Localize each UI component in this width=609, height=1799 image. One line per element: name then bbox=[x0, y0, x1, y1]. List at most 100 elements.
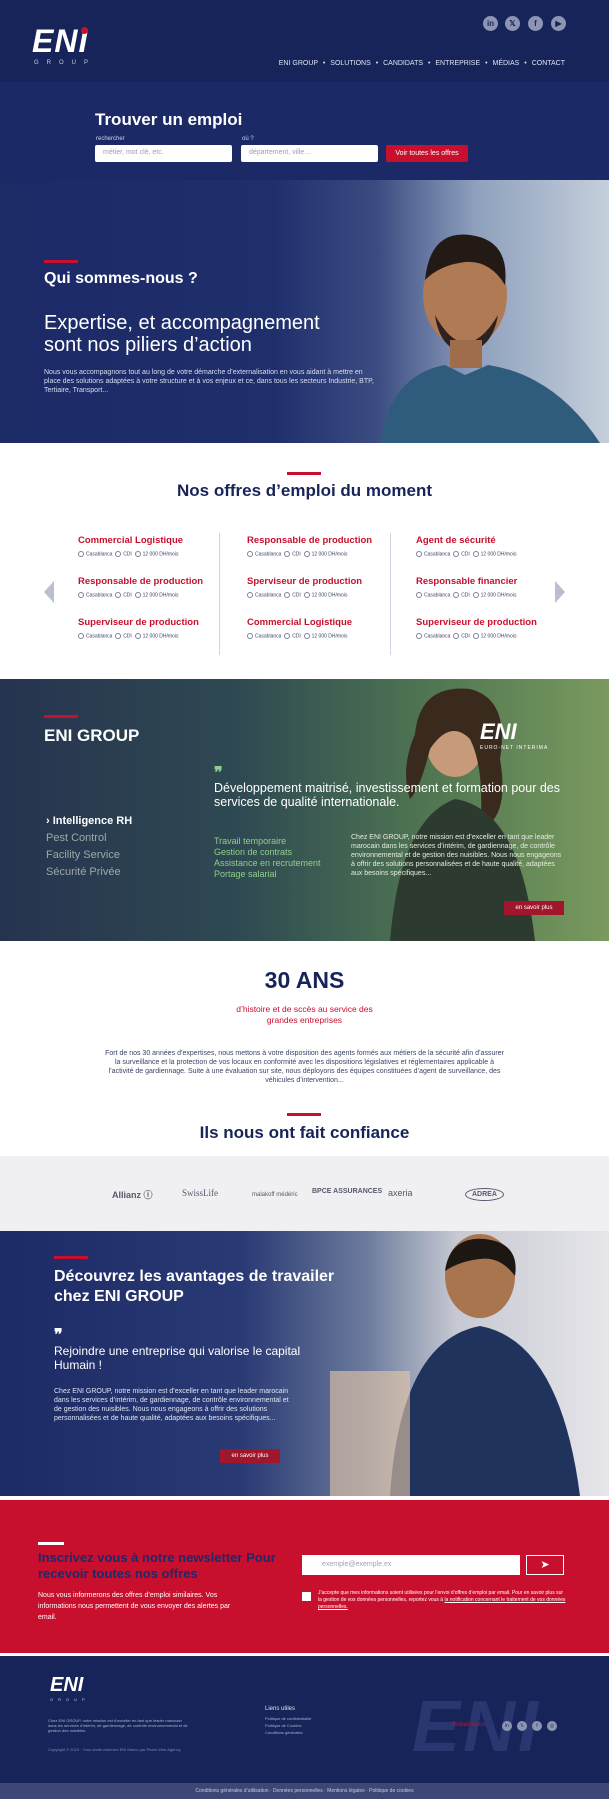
job-title[interactable]: Responsable de production bbox=[78, 576, 228, 587]
eni-group-logo[interactable]: ENI GROUP bbox=[32, 25, 96, 66]
link-travail-temporaire[interactable]: Travail temporaire bbox=[214, 836, 286, 846]
consent-text: J’accepte que mes informations soient ut… bbox=[318, 1590, 566, 1610]
clients-title: Ils nous ont fait confiance bbox=[199, 1123, 410, 1142]
job-title[interactable]: Responsable financier bbox=[416, 576, 566, 587]
job-title[interactable]: Sperviseur de production bbox=[247, 576, 397, 587]
eni-group-section: ENI GROUP › Intelligence RH Pest Control… bbox=[0, 679, 609, 941]
job-offer-card[interactable]: Agent de sécurité Casablanca CDI 12 000 D… bbox=[416, 535, 566, 557]
link-gestion-contrats[interactable]: Gestion de contrats bbox=[214, 847, 292, 857]
view-all-offers-button[interactable]: Voir toutes les offres bbox=[386, 145, 468, 162]
job-title[interactable]: Commercial Logistique bbox=[247, 617, 397, 628]
job-title[interactable]: Responsable de production bbox=[247, 535, 397, 546]
job-search-band: Trouver un emploi rechercher métier, mot… bbox=[0, 82, 609, 180]
job-offer-card[interactable]: Commercial Logistique Casablanca CDI 12 0… bbox=[78, 535, 228, 557]
job-meta: Casablanca CDI 12 000 DH/mois bbox=[78, 592, 228, 598]
nav-separator: • bbox=[322, 60, 326, 67]
email-input[interactable]: exemple@exemple.ex bbox=[302, 1555, 520, 1575]
group-title: ENI GROUP bbox=[44, 726, 140, 745]
location-pin-icon bbox=[247, 551, 253, 557]
link-assistance-recrutement[interactable]: Assistance en recrutement bbox=[214, 858, 321, 868]
footer-link-cookies[interactable]: Politique de Cookies bbox=[265, 1723, 301, 1728]
job-title[interactable]: Commercial Logistique bbox=[78, 535, 228, 546]
job-offer-card[interactable]: Responsable de production Casablanca CDI … bbox=[247, 535, 397, 557]
nav-separator: • bbox=[375, 60, 379, 67]
job-offer-card[interactable]: Responsable de production Casablanca CDI … bbox=[78, 576, 228, 598]
job-offer-card[interactable]: Superviseur de production Casablanca CDI … bbox=[416, 617, 566, 639]
footer-link-terms[interactable]: Conditions générales bbox=[265, 1730, 303, 1735]
euro-net-logo: ENI EURO-NET INTERIMA bbox=[480, 719, 549, 751]
follow-us-label: Suivez-nous bbox=[452, 1722, 486, 1728]
location-pin-icon bbox=[416, 551, 422, 557]
location-pin-icon bbox=[416, 633, 422, 639]
service-securite[interactable]: Sécurité Privée bbox=[46, 866, 121, 878]
job-meta: Casablanca CDI 12 000 DH/mois bbox=[416, 633, 566, 639]
malakoff-logo: malakoff médéric bbox=[252, 1192, 298, 1198]
nav-contact[interactable]: CONTACT bbox=[532, 60, 565, 67]
job-title[interactable]: Superviseur de production bbox=[78, 617, 228, 628]
nav-candidats[interactable]: CANDIDATS bbox=[383, 60, 423, 67]
contract-icon bbox=[115, 592, 122, 598]
adrea-logo: ADREA bbox=[465, 1188, 504, 1201]
link-portage-salarial[interactable]: Portage salarial bbox=[214, 869, 277, 879]
accent-line bbox=[287, 1113, 321, 1116]
job-meta: Casablanca CDI 12 000 DH/mois bbox=[247, 551, 397, 557]
history-section: 30 ANS d’histoire et de sccès au service… bbox=[0, 941, 609, 1084]
salary-icon bbox=[472, 592, 479, 598]
youtube-icon[interactable]: ▶ bbox=[551, 16, 566, 31]
nav-medias[interactable]: MÉDIAS bbox=[492, 60, 519, 67]
client-logos: Allianz ⓘ SwissLife malakoff médéric BPC… bbox=[0, 1156, 609, 1231]
send-icon[interactable]: ➤ bbox=[526, 1555, 564, 1575]
accent-line bbox=[44, 715, 78, 718]
job-offer-card[interactable]: Sperviseur de production Casablanca CDI 1… bbox=[247, 576, 397, 598]
footer-link-privacy[interactable]: Politique de confidentialité bbox=[265, 1716, 311, 1721]
consent-checkbox[interactable] bbox=[302, 1592, 311, 1601]
contract-icon bbox=[284, 551, 291, 557]
x-icon[interactable]: 𝕏 bbox=[505, 16, 520, 31]
instagram-icon[interactable]: ◎ bbox=[547, 1721, 557, 1731]
axeria-logo: axeria bbox=[388, 1188, 413, 1198]
carousel-prev-arrow[interactable] bbox=[44, 581, 54, 603]
x-icon[interactable]: 𝕏 bbox=[517, 1721, 527, 1731]
hero-photo bbox=[380, 234, 600, 443]
nav-separator: • bbox=[485, 60, 488, 67]
nav-entreprise[interactable]: ENTREPRISE bbox=[435, 60, 480, 67]
site-header: ENI GROUP in 𝕏 f ▶ ENI GROUP • SOLUTIONS… bbox=[0, 0, 609, 82]
service-facility[interactable]: Facility Service bbox=[46, 849, 120, 861]
newsletter-title: Inscrivez vous à notre newsletter Pour r… bbox=[38, 1550, 276, 1581]
group-quote: Développement maitrisé, investissement e… bbox=[214, 781, 560, 809]
location-pin-icon bbox=[78, 633, 84, 639]
keyword-input[interactable]: métier, mot clé, etc. bbox=[95, 145, 232, 162]
service-intelligence-rh[interactable]: › Intelligence RH bbox=[46, 815, 132, 827]
job-title[interactable]: Superviseur de production bbox=[416, 617, 566, 628]
legal-bar[interactable]: Conditions générales d’utilisation · Don… bbox=[0, 1783, 609, 1799]
about-hero: Qui sommes-nous ? Expertise, et accompag… bbox=[0, 180, 609, 443]
nav-solutions[interactable]: SOLUTIONS bbox=[330, 60, 370, 67]
footer-logo[interactable]: ENI GROUP bbox=[50, 1674, 90, 1702]
linkedin-icon[interactable]: in bbox=[502, 1721, 512, 1731]
job-meta: Casablanca CDI 12 000 DH/mois bbox=[247, 592, 397, 598]
location-pin-icon bbox=[78, 592, 84, 598]
job-offer-card[interactable]: Commercial Logistique Casablanca CDI 12 0… bbox=[247, 617, 397, 639]
facebook-icon[interactable]: f bbox=[532, 1721, 542, 1731]
benefits-title: Découvrez les avantages de travailer che… bbox=[54, 1268, 335, 1305]
nav-eni-group[interactable]: ENI GROUP bbox=[279, 60, 318, 67]
salary-icon bbox=[303, 551, 310, 557]
job-title[interactable]: Agent de sécurité bbox=[416, 535, 566, 546]
learn-more-button[interactable]: en savoir plus bbox=[220, 1449, 280, 1463]
accent-line bbox=[44, 260, 78, 263]
job-offer-card[interactable]: Responsable financier Casablanca CDI 12 0… bbox=[416, 576, 566, 598]
useful-links-title: Liens utiles bbox=[265, 1706, 296, 1712]
job-meta: Casablanca CDI 12 000 DH/mois bbox=[247, 633, 397, 639]
job-offer-card[interactable]: Superviseur de production Casablanca CDI … bbox=[78, 617, 228, 639]
footer-about: Chez ENI GROUP, notre mission est d’exce… bbox=[48, 1718, 188, 1733]
copyright: Copyright © 2023 · Tous droits réservés … bbox=[48, 1747, 181, 1752]
main-nav: ENI GROUP • SOLUTIONS • CANDIDATS • ENTR… bbox=[276, 60, 565, 67]
location-input[interactable]: département, ville… bbox=[241, 145, 378, 162]
learn-more-button[interactable]: en savoir plus bbox=[504, 901, 564, 915]
linkedin-icon[interactable]: in bbox=[483, 16, 498, 31]
years-title: 30 ANS bbox=[264, 967, 345, 993]
service-pest-control[interactable]: Pest Control bbox=[46, 832, 107, 844]
facebook-icon[interactable]: f bbox=[528, 16, 543, 31]
contract-icon bbox=[453, 551, 460, 557]
quote-icon: ❞ bbox=[54, 1327, 63, 1344]
